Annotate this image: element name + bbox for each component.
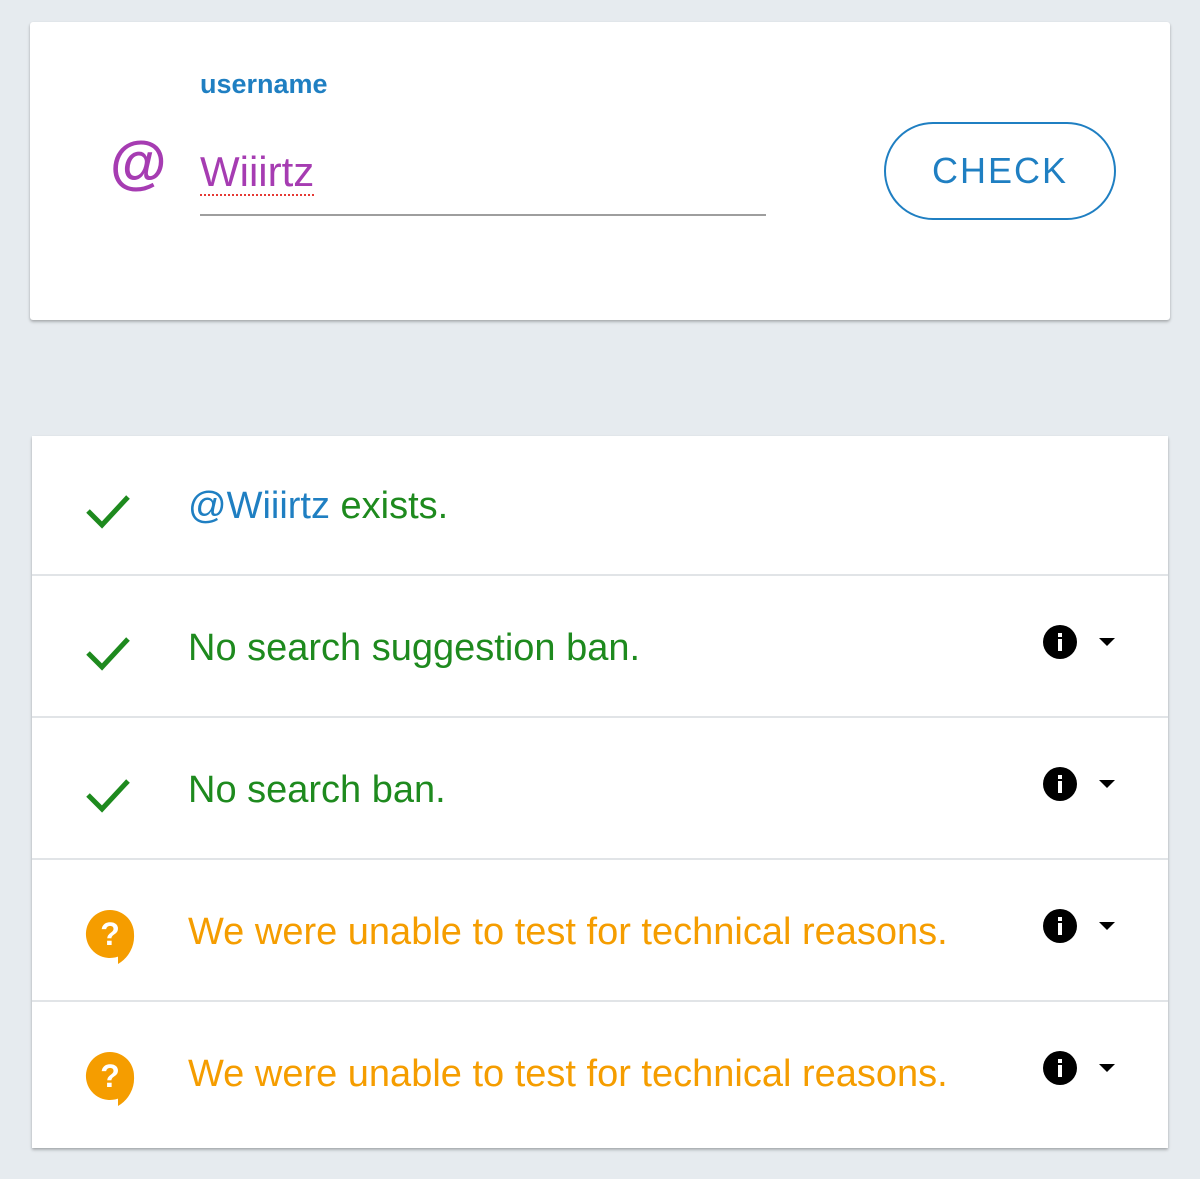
username-handle: @Wiiirtz [188,485,330,527]
svg-text:?: ? [100,1058,120,1094]
result-row: ? We were unable to test for technical r… [32,862,1168,1002]
username-input[interactable] [200,130,766,216]
info-icon[interactable] [1042,766,1078,802]
result-row: @Wiiirtz exists. [32,436,1168,576]
result-row: No search ban. [32,720,1168,860]
caret-down-icon[interactable] [1098,778,1116,790]
caret-down-icon[interactable] [1098,636,1116,648]
info-icon[interactable] [1042,624,1078,660]
result-row: ? We were unable to test for technical r… [32,1004,1168,1144]
info-icon[interactable] [1042,908,1078,944]
caret-down-icon[interactable] [1098,920,1116,932]
question-icon: ? [85,1051,135,1106]
question-icon: ? [85,909,135,964]
at-icon: @ [110,130,167,195]
result-text: No search suggestion ban. [188,627,641,669]
result-text: We were unable to test for technical rea… [188,1053,948,1095]
checkmark-icon [86,779,130,813]
result-text: @Wiiirtz exists. [188,484,448,528]
result-row: No search suggestion ban. [32,578,1168,718]
result-text: No search ban. [188,769,446,811]
result-text: We were unable to test for technical rea… [188,911,948,953]
info-icon[interactable] [1042,1050,1078,1086]
username-label: username [200,69,328,99]
svg-text:?: ? [100,916,120,952]
exists-text: exists. [329,485,449,527]
check-button[interactable]: CHECK [884,122,1116,220]
username-card: username @ CHECK [30,22,1170,320]
checkmark-icon [86,637,130,671]
caret-down-icon[interactable] [1098,1062,1116,1074]
results-card: @Wiiirtz exists. No search suggestion ba… [32,436,1168,1148]
checkmark-icon [86,495,130,529]
